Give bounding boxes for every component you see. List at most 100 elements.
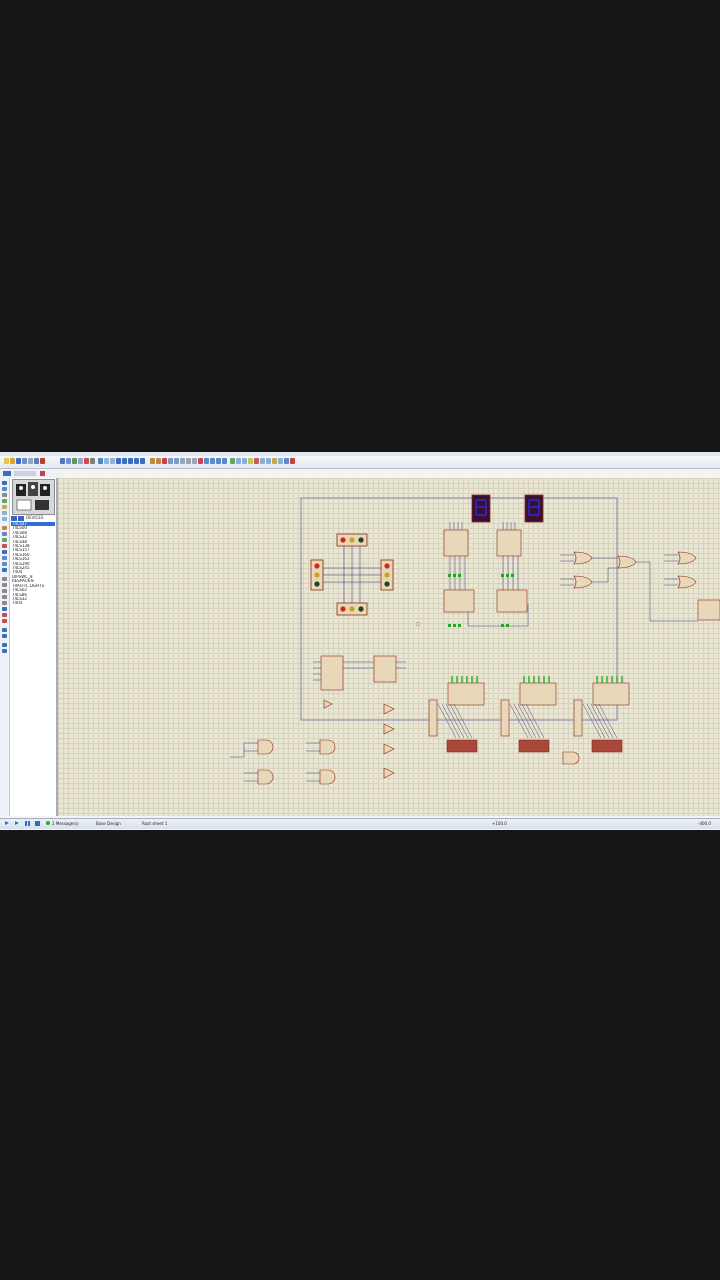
home-icon[interactable] xyxy=(60,458,65,464)
selection-mode-icon[interactable] xyxy=(2,481,7,485)
search-tag-icon[interactable] xyxy=(236,458,241,464)
step-icon[interactable] xyxy=(15,821,19,825)
device-list[interactable]: 74LS47 74LS00 74LS08 74LS32 74LS48 74LS138 74L… xyxy=(11,522,55,606)
import-icon[interactable] xyxy=(22,458,27,464)
library-manager-button[interactable] xyxy=(18,516,24,521)
copy-icon[interactable] xyxy=(168,458,173,464)
print-icon[interactable] xyxy=(34,458,39,464)
schematic-tab-icon[interactable] xyxy=(3,471,11,476)
decompose-icon[interactable] xyxy=(222,458,227,464)
bus-icon[interactable] xyxy=(2,511,7,515)
bill-of-materials-icon[interactable] xyxy=(266,458,271,464)
new-sheet-icon[interactable] xyxy=(248,458,253,464)
exit-to-parent-icon[interactable] xyxy=(260,458,265,464)
arc-icon[interactable] xyxy=(2,595,7,599)
component-mode-icon[interactable] xyxy=(2,487,7,491)
text-script-icon[interactable] xyxy=(2,505,7,509)
bom-icon[interactable] xyxy=(84,458,89,464)
edit-toolbar-group[interactable] xyxy=(150,458,227,466)
save-icon[interactable] xyxy=(16,458,21,464)
file-toolbar-group[interactable] xyxy=(4,458,45,466)
wire-autorouter-icon[interactable] xyxy=(230,458,235,464)
dip-switch-dsw2 xyxy=(518,739,550,753)
schematic-canvas[interactable] xyxy=(57,478,720,816)
packaging-icon[interactable] xyxy=(216,458,221,464)
remove-sheet-icon[interactable] xyxy=(254,458,259,464)
devices-header: DEVICES xyxy=(26,515,44,520)
device-pins-icon[interactable] xyxy=(2,532,7,536)
electrical-rules-icon[interactable] xyxy=(272,458,277,464)
source-code-icon[interactable] xyxy=(90,458,95,464)
text-icon[interactable] xyxy=(2,607,7,611)
circle-icon[interactable] xyxy=(2,589,7,593)
rotate-ccw-icon[interactable] xyxy=(2,634,7,638)
device-list-item[interactable]: 7404 xyxy=(11,601,55,605)
marker-icon[interactable] xyxy=(2,619,7,623)
block-move-icon[interactable] xyxy=(186,458,191,464)
make-device-icon[interactable] xyxy=(210,458,215,464)
pick-device-icon[interactable] xyxy=(204,458,209,464)
mirror-x-icon[interactable] xyxy=(2,643,7,647)
block-delete-icon[interactable] xyxy=(198,458,203,464)
design-toolbar-group[interactable] xyxy=(230,458,295,466)
zoom-toolbar-group[interactable] xyxy=(98,458,145,466)
rotate-cw-icon[interactable] xyxy=(2,628,7,632)
graph-icon[interactable] xyxy=(2,538,7,542)
wire-label-icon[interactable] xyxy=(2,499,7,503)
pause-icon[interactable] xyxy=(25,821,30,826)
redo-icon[interactable] xyxy=(156,458,161,464)
box-icon[interactable] xyxy=(2,583,7,587)
junction-dot-icon[interactable] xyxy=(2,493,7,497)
gallery-icon[interactable] xyxy=(78,458,83,464)
paste-icon[interactable] xyxy=(174,458,179,464)
path-icon[interactable] xyxy=(2,601,7,605)
zoom-area-icon[interactable] xyxy=(140,458,145,464)
chip-u9 xyxy=(443,589,475,613)
view-toolbar-group[interactable] xyxy=(60,458,95,466)
inverter-u13a xyxy=(383,703,395,715)
help-icon[interactable] xyxy=(98,458,103,464)
tape-recorder-icon[interactable] xyxy=(2,544,7,548)
schematic-icon[interactable] xyxy=(66,458,71,464)
current-probe-icon[interactable] xyxy=(2,562,7,566)
voltage-probe-icon[interactable] xyxy=(2,556,7,560)
grid-icon[interactable] xyxy=(104,458,109,464)
netlist-icon[interactable] xyxy=(278,458,283,464)
close-project-icon[interactable] xyxy=(40,458,45,464)
symbol-icon[interactable] xyxy=(2,613,7,617)
dip-switch-dsw3 xyxy=(591,739,623,753)
schematic-tab[interactable] xyxy=(14,471,36,476)
pcb-icon[interactable] xyxy=(72,458,77,464)
generator-icon[interactable] xyxy=(2,550,7,554)
virtual-instruments-icon[interactable] xyxy=(2,568,7,572)
play-icon[interactable] xyxy=(5,821,9,825)
cut-icon[interactable] xyxy=(162,458,167,464)
block-copy-icon[interactable] xyxy=(180,458,185,464)
messages-count[interactable]: 2 Message(s) xyxy=(52,821,79,826)
close-icon[interactable] xyxy=(290,458,295,464)
subcircuit-icon[interactable] xyxy=(2,517,7,521)
zoom-out-icon[interactable] xyxy=(128,458,133,464)
export-icon[interactable] xyxy=(28,458,33,464)
property-assignment-icon[interactable] xyxy=(242,458,247,464)
design-explorer-icon[interactable] xyxy=(284,458,289,464)
origin-icon[interactable] xyxy=(110,458,115,464)
close-tab-icon[interactable] xyxy=(40,471,45,476)
zoom-in-icon[interactable] xyxy=(122,458,127,464)
new-file-icon[interactable] xyxy=(4,458,9,464)
zoom-all-icon[interactable] xyxy=(134,458,139,464)
mirror-y-icon[interactable] xyxy=(2,649,7,653)
undo-icon[interactable] xyxy=(150,458,155,464)
block-rotate-icon[interactable] xyxy=(192,458,197,464)
and-gates-bottom xyxy=(257,739,336,785)
seven-segment-display-2 xyxy=(524,494,544,523)
status-bar: 2 Message(s) Base Design Root sheet 1 +1… xyxy=(0,818,720,829)
terminals-icon[interactable] xyxy=(2,526,7,530)
line-icon[interactable] xyxy=(2,577,7,581)
pick-devices-button[interactable] xyxy=(11,516,17,521)
pan-icon[interactable] xyxy=(116,458,121,464)
stop-icon[interactable] xyxy=(35,821,40,826)
design-name[interactable]: Base Design xyxy=(96,821,121,826)
schematic-drawing[interactable] xyxy=(58,478,720,816)
open-folder-icon[interactable] xyxy=(10,458,15,464)
